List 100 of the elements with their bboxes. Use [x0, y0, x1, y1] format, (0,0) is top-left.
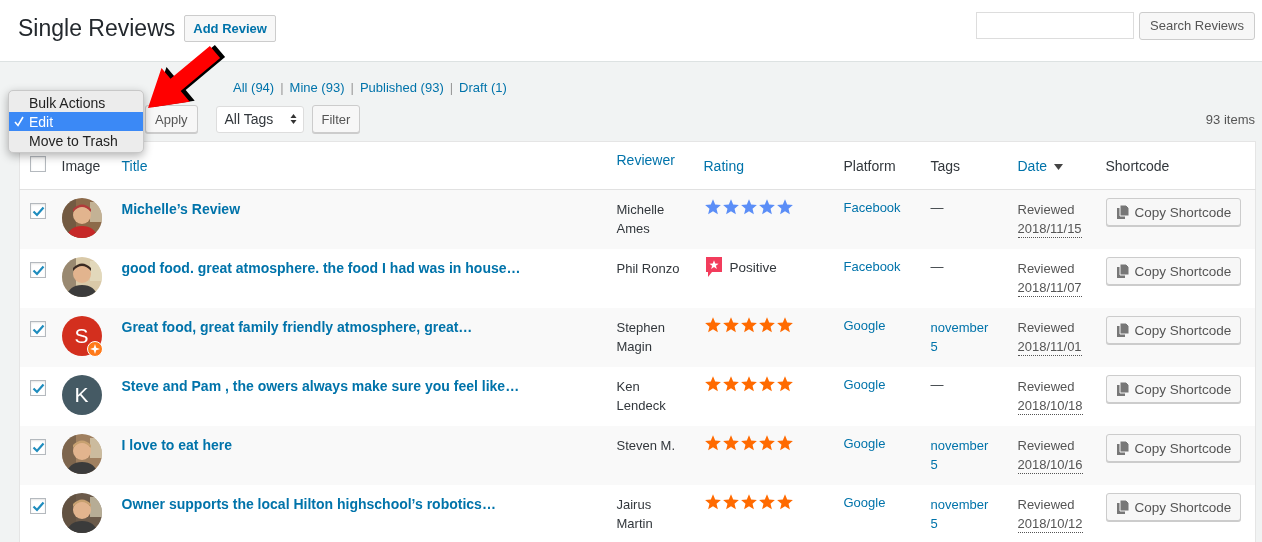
letter-avatar: K [61, 375, 102, 415]
reviewer-name: Ken Lendeck [616, 378, 667, 415]
menu-item[interactable]: Move to Trash [9, 131, 143, 150]
review-date: 2018/11/07 [1017, 279, 1082, 297]
reviewer-name: Stephen Magin [616, 319, 666, 356]
review-date: 2018/10/18 [1017, 397, 1083, 415]
checkbox[interactable] [30, 262, 46, 278]
star-icon [775, 434, 794, 452]
star-icon [721, 493, 740, 511]
star-icon [757, 316, 776, 334]
status-filter-link[interactable]: All (94) [233, 79, 275, 95]
checkbox[interactable] [30, 203, 46, 219]
reviewer-name: Michelle Ames [616, 201, 666, 238]
copy-icon [1116, 500, 1129, 514]
date-label: Reviewed [1017, 378, 1076, 396]
empty-dash: — [930, 200, 944, 215]
star-icon [775, 316, 794, 334]
item-count: 93 items [1205, 111, 1255, 127]
copy-icon [1116, 205, 1129, 219]
copy-shortcode-button[interactable]: Copy Shortcode [1105, 257, 1242, 285]
review-title-link[interactable]: Great food, great family friendly atmosphere, great… [121, 319, 473, 335]
review-title-link[interactable]: Owner supports the local Hilton highschool’s robotics… [121, 496, 496, 512]
reviewer-name: Phil Ronzo [616, 260, 681, 278]
tags-select[interactable]: All Tags [215, 105, 304, 133]
star-icon [739, 493, 758, 511]
platform-link[interactable]: Facebook [843, 200, 901, 215]
status-filter-link[interactable]: Mine (93) [289, 79, 345, 95]
updown-icon [289, 113, 297, 125]
date-label: Reviewed [1017, 260, 1076, 278]
apply-button[interactable]: Apply [145, 105, 198, 133]
copy-shortcode-button[interactable]: Copy Shortcode [1105, 316, 1242, 344]
column-header: Platform [843, 157, 896, 174]
status-filter-link[interactable]: Published (93) [359, 79, 444, 95]
star-icon [739, 375, 758, 393]
platform-link[interactable]: Google [843, 495, 886, 510]
check-icon [14, 116, 24, 127]
separator: | [350, 79, 354, 95]
copy-icon [1116, 441, 1129, 455]
add-review-button[interactable]: Add Review [184, 15, 276, 42]
copy-shortcode-button[interactable]: Copy Shortcode [1105, 198, 1242, 226]
star-icon [757, 493, 776, 511]
column-sort-link[interactable]: Rating [703, 157, 744, 174]
checkbox[interactable] [30, 380, 46, 396]
star-icon [757, 375, 776, 393]
copy-icon [1116, 323, 1129, 337]
star-icon [721, 198, 740, 216]
column-header: Tags [930, 157, 961, 174]
reviewer-name: Jairus Martin [616, 496, 654, 533]
column-sort-link[interactable]: Date [1017, 157, 1048, 174]
checkbox[interactable] [30, 498, 46, 514]
recommend-icon [703, 256, 724, 278]
platform-link[interactable]: Google [843, 318, 886, 333]
copy-icon [1116, 264, 1129, 278]
star-icon [757, 198, 776, 216]
star-icon [703, 198, 722, 216]
star-icon [721, 375, 740, 393]
star-icon [739, 316, 758, 334]
star-icon [721, 316, 740, 334]
separator: | [280, 79, 284, 95]
empty-dash: — [930, 259, 944, 274]
search-field[interactable] [976, 12, 1135, 39]
review-title-link[interactable]: Steve and Pam , the owers always make sure you feel like… [121, 378, 520, 394]
menu-item[interactable]: Edit [9, 112, 143, 131]
star-icon [775, 198, 794, 216]
recommendation-label: Positive [729, 259, 777, 275]
status-filter-link[interactable]: Draft (1) [459, 79, 507, 95]
copy-shortcode-button[interactable]: Copy Shortcode [1105, 434, 1242, 462]
date-label: Reviewed [1017, 496, 1076, 514]
review-title-link[interactable]: good food. great atmosphere. the food I had was in house… [121, 260, 521, 276]
star-icon [703, 434, 722, 452]
filter-button[interactable]: Filter [311, 105, 361, 133]
copy-shortcode-button[interactable]: Copy Shortcode [1105, 375, 1242, 403]
page-title: Single Reviews [18, 15, 176, 42]
platform-link[interactable]: Facebook [843, 259, 901, 274]
column-header: Shortcode [1105, 157, 1170, 174]
star-icon [739, 198, 758, 216]
star-icon [739, 434, 758, 452]
review-title-link[interactable]: Michelle’s Review [121, 201, 241, 217]
copy-shortcode-button[interactable]: Copy Shortcode [1105, 493, 1242, 521]
review-date: 2018/10/12 [1017, 515, 1083, 533]
separator: | [449, 79, 454, 95]
menu-item[interactable]: Bulk Actions [9, 93, 143, 112]
star-icon [703, 493, 722, 511]
tag-link[interactable]: november 5 [930, 495, 993, 533]
column-sort-link[interactable]: Reviewer [616, 151, 675, 168]
date-label: Reviewed [1017, 437, 1076, 455]
empty-dash: — [930, 377, 944, 392]
review-title-link[interactable]: I love to eat here [121, 437, 232, 453]
search-button[interactable]: Search Reviews [1139, 11, 1255, 40]
checkbox[interactable] [30, 439, 46, 455]
checkbox[interactable] [30, 321, 46, 337]
date-label: Reviewed [1017, 319, 1076, 337]
column-sort-link[interactable]: Title [121, 157, 148, 174]
platform-link[interactable]: Google [843, 436, 886, 451]
star-icon [775, 493, 794, 511]
checkbox[interactable] [30, 156, 46, 172]
date-label: Reviewed [1017, 201, 1076, 219]
reviewer-name: Steven M. [616, 437, 677, 455]
platform-link[interactable]: Google [843, 377, 886, 392]
review-date: 2018/11/15 [1017, 220, 1082, 238]
